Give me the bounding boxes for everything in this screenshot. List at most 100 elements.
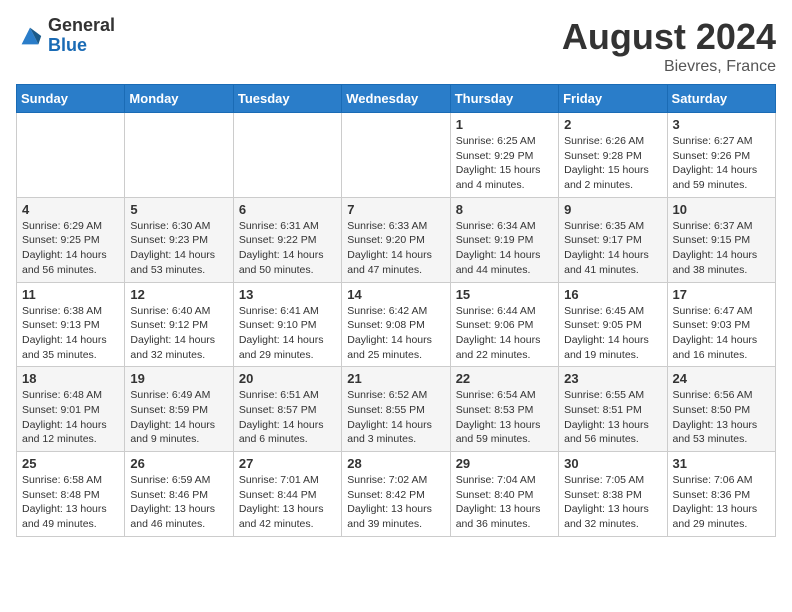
table-row: 5 Sunrise: 6:30 AM Sunset: 9:23 PM Daylig…	[125, 197, 233, 282]
logo: General Blue	[16, 16, 115, 56]
day-number: 23	[564, 371, 661, 386]
header-friday: Friday	[559, 85, 667, 113]
table-row: 29 Sunrise: 7:04 AM Sunset: 8:40 PM Dayli…	[450, 452, 558, 537]
page-header: General Blue August 2024 Bievres, France	[16, 16, 776, 76]
table-row: 22 Sunrise: 6:54 AM Sunset: 8:53 PM Dayli…	[450, 367, 558, 452]
table-row: 24 Sunrise: 6:56 AM Sunset: 8:50 PM Dayli…	[667, 367, 775, 452]
day-number: 6	[239, 202, 336, 217]
logo-icon	[16, 22, 44, 50]
day-info: Sunrise: 6:30 AM Sunset: 9:23 PM Dayligh…	[130, 219, 227, 278]
title-section: August 2024 Bievres, France	[562, 16, 776, 76]
day-number: 1	[456, 117, 553, 132]
calendar-header-row: Sunday Monday Tuesday Wednesday Thursday…	[17, 85, 776, 113]
calendar-week-row: 1 Sunrise: 6:25 AM Sunset: 9:29 PM Daylig…	[17, 113, 776, 198]
day-number: 31	[673, 456, 770, 471]
day-info: Sunrise: 7:04 AM Sunset: 8:40 PM Dayligh…	[456, 473, 553, 532]
day-info: Sunrise: 6:27 AM Sunset: 9:26 PM Dayligh…	[673, 134, 770, 193]
day-number: 2	[564, 117, 661, 132]
calendar-week-row: 18 Sunrise: 6:48 AM Sunset: 9:01 PM Dayli…	[17, 367, 776, 452]
header-thursday: Thursday	[450, 85, 558, 113]
day-number: 29	[456, 456, 553, 471]
header-sunday: Sunday	[17, 85, 125, 113]
day-info: Sunrise: 6:42 AM Sunset: 9:08 PM Dayligh…	[347, 304, 444, 363]
logo-blue-text: Blue	[48, 36, 115, 56]
table-row: 7Sunrise: 6:33 AM Sunset: 9:20 PM Daylig…	[342, 197, 450, 282]
day-number: 30	[564, 456, 661, 471]
table-row: 25Sunrise: 6:58 AM Sunset: 8:48 PM Dayli…	[17, 452, 125, 537]
day-info: Sunrise: 6:48 AM Sunset: 9:01 PM Dayligh…	[22, 388, 119, 447]
day-info: Sunrise: 6:59 AM Sunset: 8:46 PM Dayligh…	[130, 473, 227, 532]
day-info: Sunrise: 7:02 AM Sunset: 8:42 PM Dayligh…	[347, 473, 444, 532]
logo-general-text: General	[48, 16, 115, 36]
day-number: 13	[239, 287, 336, 302]
day-number: 16	[564, 287, 661, 302]
day-number: 20	[239, 371, 336, 386]
day-info: Sunrise: 6:51 AM Sunset: 8:57 PM Dayligh…	[239, 388, 336, 447]
day-number: 3	[673, 117, 770, 132]
day-number: 4	[22, 202, 119, 217]
day-info: Sunrise: 6:31 AM Sunset: 9:22 PM Dayligh…	[239, 219, 336, 278]
day-number: 17	[673, 287, 770, 302]
table-row: 31 Sunrise: 7:06 AM Sunset: 8:36 PM Dayli…	[667, 452, 775, 537]
table-row: 17 Sunrise: 6:47 AM Sunset: 9:03 PM Dayli…	[667, 282, 775, 367]
table-row: 16 Sunrise: 6:45 AM Sunset: 9:05 PM Dayli…	[559, 282, 667, 367]
day-number: 15	[456, 287, 553, 302]
calendar-week-row: 4Sunrise: 6:29 AM Sunset: 9:25 PM Daylig…	[17, 197, 776, 282]
table-row: 6 Sunrise: 6:31 AM Sunset: 9:22 PM Daylig…	[233, 197, 341, 282]
day-info: Sunrise: 7:06 AM Sunset: 8:36 PM Dayligh…	[673, 473, 770, 532]
day-number: 9	[564, 202, 661, 217]
table-row: 3 Sunrise: 6:27 AM Sunset: 9:26 PM Daylig…	[667, 113, 775, 198]
day-info: Sunrise: 6:40 AM Sunset: 9:12 PM Dayligh…	[130, 304, 227, 363]
table-row: 23Sunrise: 6:55 AM Sunset: 8:51 PM Dayli…	[559, 367, 667, 452]
month-year-title: August 2024	[562, 16, 776, 58]
day-info: Sunrise: 6:54 AM Sunset: 8:53 PM Dayligh…	[456, 388, 553, 447]
day-number: 19	[130, 371, 227, 386]
table-row: 19Sunrise: 6:49 AM Sunset: 8:59 PM Dayli…	[125, 367, 233, 452]
table-row: 28Sunrise: 7:02 AM Sunset: 8:42 PM Dayli…	[342, 452, 450, 537]
table-row: 2 Sunrise: 6:26 AM Sunset: 9:28 PM Daylig…	[559, 113, 667, 198]
table-row: 10 Sunrise: 6:37 AM Sunset: 9:15 PM Dayli…	[667, 197, 775, 282]
day-number: 18	[22, 371, 119, 386]
day-info: Sunrise: 6:34 AM Sunset: 9:19 PM Dayligh…	[456, 219, 553, 278]
day-number: 7	[347, 202, 444, 217]
table-row: 14 Sunrise: 6:42 AM Sunset: 9:08 PM Dayli…	[342, 282, 450, 367]
day-number: 5	[130, 202, 227, 217]
day-info: Sunrise: 6:58 AM Sunset: 8:48 PM Dayligh…	[22, 473, 119, 532]
table-row: 11Sunrise: 6:38 AM Sunset: 9:13 PM Dayli…	[17, 282, 125, 367]
table-row: 8Sunrise: 6:34 AM Sunset: 9:19 PM Daylig…	[450, 197, 558, 282]
header-saturday: Saturday	[667, 85, 775, 113]
table-row: 30Sunrise: 7:05 AM Sunset: 8:38 PM Dayli…	[559, 452, 667, 537]
header-wednesday: Wednesday	[342, 85, 450, 113]
day-number: 12	[130, 287, 227, 302]
header-tuesday: Tuesday	[233, 85, 341, 113]
day-number: 27	[239, 456, 336, 471]
table-row: 21Sunrise: 6:52 AM Sunset: 8:55 PM Dayli…	[342, 367, 450, 452]
table-row: 12 Sunrise: 6:40 AM Sunset: 9:12 PM Dayli…	[125, 282, 233, 367]
day-info: Sunrise: 7:01 AM Sunset: 8:44 PM Dayligh…	[239, 473, 336, 532]
day-info: Sunrise: 6:41 AM Sunset: 9:10 PM Dayligh…	[239, 304, 336, 363]
day-info: Sunrise: 6:47 AM Sunset: 9:03 PM Dayligh…	[673, 304, 770, 363]
day-info: Sunrise: 6:44 AM Sunset: 9:06 PM Dayligh…	[456, 304, 553, 363]
day-number: 22	[456, 371, 553, 386]
table-row: 15 Sunrise: 6:44 AM Sunset: 9:06 PM Dayli…	[450, 282, 558, 367]
day-info: Sunrise: 6:26 AM Sunset: 9:28 PM Dayligh…	[564, 134, 661, 193]
day-number: 24	[673, 371, 770, 386]
day-info: Sunrise: 6:25 AM Sunset: 9:29 PM Dayligh…	[456, 134, 553, 193]
calendar-table: Sunday Monday Tuesday Wednesday Thursday…	[16, 84, 776, 537]
day-info: Sunrise: 6:37 AM Sunset: 9:15 PM Dayligh…	[673, 219, 770, 278]
table-row: 1 Sunrise: 6:25 AM Sunset: 9:29 PM Daylig…	[450, 113, 558, 198]
calendar-week-row: 25Sunrise: 6:58 AM Sunset: 8:48 PM Dayli…	[17, 452, 776, 537]
calendar-week-row: 11Sunrise: 6:38 AM Sunset: 9:13 PM Dayli…	[17, 282, 776, 367]
logo-text: General Blue	[48, 16, 115, 56]
location-subtitle: Bievres, France	[562, 58, 776, 76]
table-row: 13 Sunrise: 6:41 AM Sunset: 9:10 PM Dayli…	[233, 282, 341, 367]
table-row: 4Sunrise: 6:29 AM Sunset: 9:25 PM Daylig…	[17, 197, 125, 282]
day-number: 14	[347, 287, 444, 302]
day-info: Sunrise: 6:45 AM Sunset: 9:05 PM Dayligh…	[564, 304, 661, 363]
table-row: 18 Sunrise: 6:48 AM Sunset: 9:01 PM Dayli…	[17, 367, 125, 452]
day-number: 10	[673, 202, 770, 217]
day-number: 11	[22, 287, 119, 302]
day-info: Sunrise: 6:56 AM Sunset: 8:50 PM Dayligh…	[673, 388, 770, 447]
table-row: 20 Sunrise: 6:51 AM Sunset: 8:57 PM Dayli…	[233, 367, 341, 452]
table-row: 9Sunrise: 6:35 AM Sunset: 9:17 PM Daylig…	[559, 197, 667, 282]
